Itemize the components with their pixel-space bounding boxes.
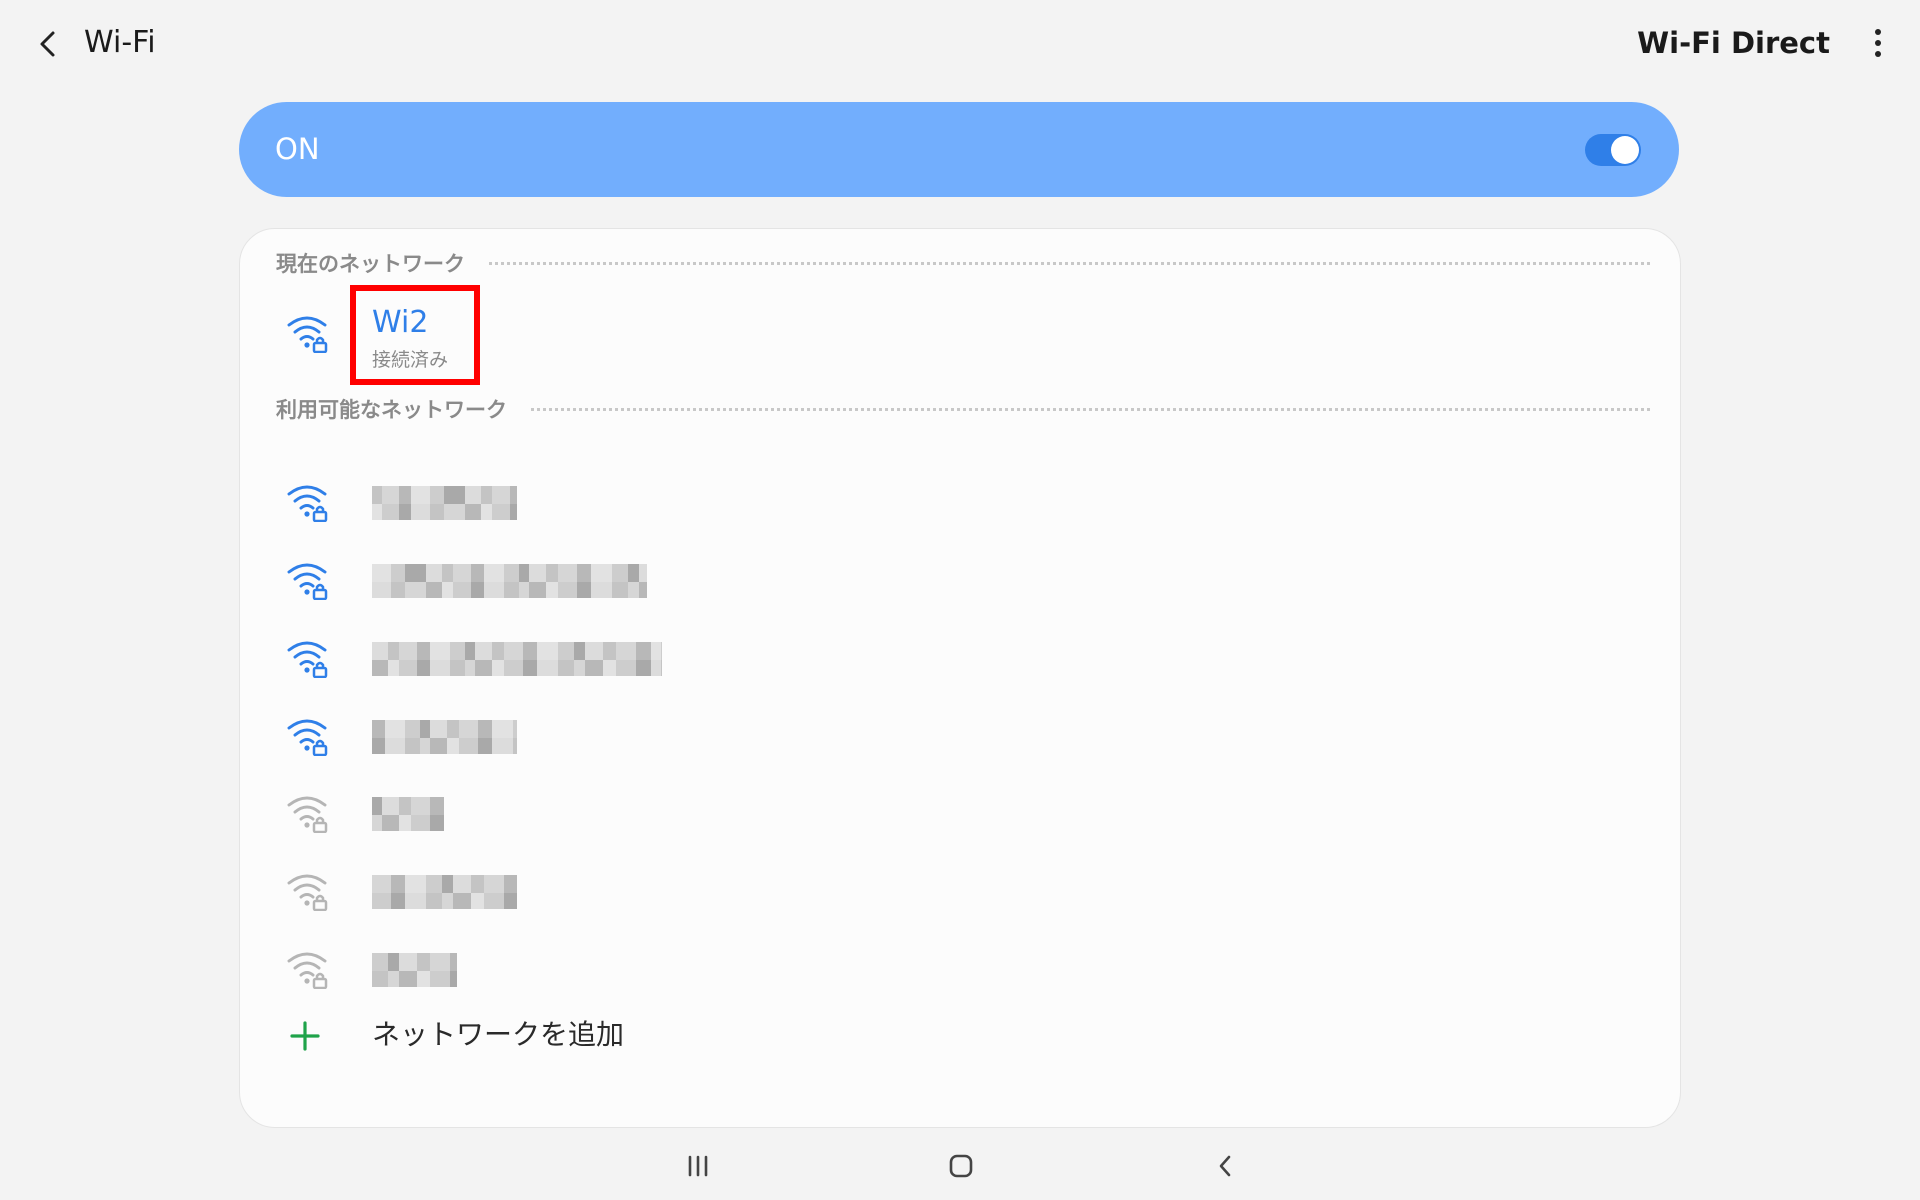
- wifi-secured-icon: [287, 485, 328, 522]
- network-name-obscured: [372, 875, 517, 911]
- network-row[interactable]: [240, 622, 1680, 694]
- wifi-secured-icon: [287, 316, 328, 353]
- network-name-obscured: [372, 564, 647, 600]
- networks-card: 現在のネットワーク Wi2 接続済み 利用可能なネットワーク ネットワークを追加: [239, 228, 1681, 1128]
- add-network-label: ネットワークを追加: [372, 1018, 625, 1051]
- network-name-obscured: [372, 953, 457, 989]
- network-row[interactable]: [240, 544, 1680, 616]
- toggle-knob: [1611, 136, 1639, 164]
- back-button[interactable]: [26, 22, 70, 66]
- section-title-current: 現在のネットワーク: [276, 252, 465, 276]
- page-title: Wi-Fi: [84, 25, 156, 60]
- back-nav-button[interactable]: [1195, 1144, 1255, 1188]
- more-options-button[interactable]: [1858, 20, 1898, 66]
- wifi-weak-secured-icon: [287, 796, 328, 833]
- home-button[interactable]: [931, 1144, 991, 1188]
- network-name-obscured: [372, 642, 662, 678]
- plus-icon: [290, 1021, 320, 1051]
- current-network-header: 現在のネットワーク: [276, 248, 1650, 278]
- top-app-bar: Wi-Fi Wi-Fi Direct: [0, 0, 1920, 86]
- wifi-secured-icon: [287, 641, 328, 678]
- wifi-secured-icon: [287, 719, 328, 756]
- back-nav-icon: [1219, 1155, 1231, 1177]
- wifi-weak-secured-icon: [287, 874, 328, 911]
- recents-icon: [688, 1155, 708, 1177]
- network-name-obscured: [372, 797, 444, 833]
- highlight-box: [350, 285, 480, 385]
- network-row[interactable]: [240, 777, 1680, 849]
- home-icon: [949, 1154, 973, 1178]
- network-name-obscured: [372, 486, 517, 522]
- wifi-direct-button[interactable]: Wi-Fi Direct: [1637, 22, 1830, 64]
- wifi-toggle[interactable]: [1585, 134, 1641, 166]
- section-divider: [531, 407, 1650, 411]
- system-navigation-bar: [0, 1140, 1920, 1200]
- recents-button[interactable]: [668, 1144, 728, 1188]
- chevron-left-icon: [40, 31, 55, 57]
- add-network-row[interactable]: ネットワークを追加: [240, 1001, 1680, 1073]
- network-row[interactable]: [240, 855, 1680, 927]
- wifi-weak-secured-icon: [287, 952, 328, 989]
- network-row[interactable]: [240, 700, 1680, 772]
- network-name-obscured: [372, 720, 517, 756]
- network-row[interactable]: [240, 466, 1680, 538]
- wifi-settings-screen: Wi-Fi Wi-Fi Direct ON 現在のネットワーク Wi2 接続済み…: [0, 0, 1920, 1200]
- wifi-master-switch-row[interactable]: ON: [239, 102, 1679, 197]
- more-vertical-icon: [1875, 29, 1881, 57]
- section-divider: [489, 261, 1650, 265]
- wifi-secured-icon: [287, 563, 328, 600]
- master-switch-label: ON: [275, 132, 320, 166]
- section-title-available: 利用可能なネットワーク: [276, 398, 507, 422]
- network-row[interactable]: [240, 933, 1680, 1005]
- available-networks-header: 利用可能なネットワーク: [276, 394, 1650, 424]
